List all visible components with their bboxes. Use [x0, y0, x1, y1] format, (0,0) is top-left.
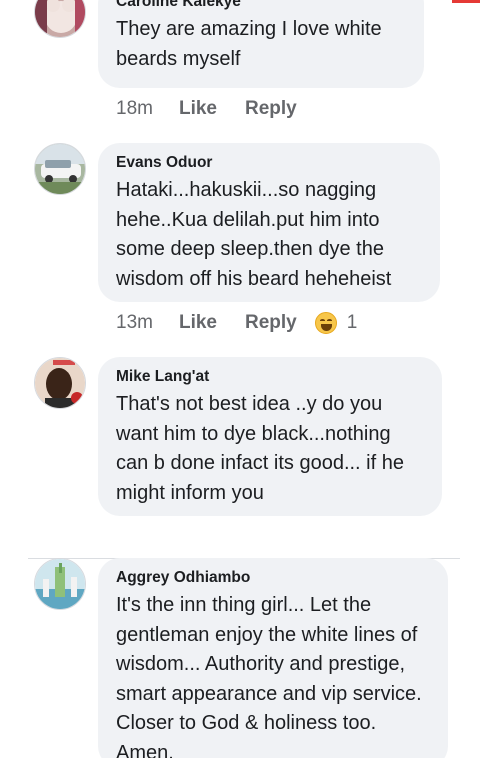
- reply-button[interactable]: Reply: [245, 312, 297, 334]
- comment-bubble: Mike Lang'at That's not best idea ..y do…: [98, 357, 442, 516]
- comment-text: That's not best idea ..y do you want him…: [116, 393, 404, 504]
- laughing-emoji-icon: [314, 312, 337, 334]
- avatar[interactable]: [34, 0, 86, 38]
- comment-time[interactable]: 13m: [116, 312, 153, 334]
- like-button[interactable]: Like: [179, 98, 217, 120]
- reply-button[interactable]: Reply: [245, 98, 297, 120]
- top-accent-bar: [452, 0, 480, 3]
- avatar[interactable]: [34, 143, 86, 195]
- comment-author[interactable]: Caroline Kalekye: [116, 0, 406, 12]
- comment-bubble: Evans Oduor Hataki...hakuskii...so naggi…: [98, 143, 440, 302]
- comment-actions: 13m Like Reply 1: [116, 312, 357, 334]
- reaction-summary[interactable]: 1: [314, 312, 358, 334]
- comment-actions: 18m Like Reply: [116, 98, 297, 120]
- comment-text: Hataki...hakuskii...so nagging hehe..Kua…: [116, 179, 392, 290]
- comment-text: It's the inn thing girl... Let the gentl…: [116, 594, 422, 758]
- like-button[interactable]: Like: [179, 312, 217, 334]
- avatar[interactable]: [34, 357, 86, 409]
- comment-bubble: Aggrey Odhiambo It's the inn thing girl.…: [98, 558, 448, 758]
- comment-text: They are amazing I love white beards mys…: [116, 18, 382, 70]
- comment-author[interactable]: Evans Oduor: [116, 153, 422, 173]
- avatar[interactable]: [34, 558, 86, 610]
- reaction-count: 1: [346, 312, 358, 333]
- comment-time[interactable]: 18m: [116, 98, 153, 120]
- comment-author[interactable]: Mike Lang'at: [116, 367, 424, 387]
- comment-author[interactable]: Aggrey Odhiambo: [116, 568, 430, 588]
- comment-bubble: Caroline Kalekye They are amazing I love…: [98, 0, 424, 88]
